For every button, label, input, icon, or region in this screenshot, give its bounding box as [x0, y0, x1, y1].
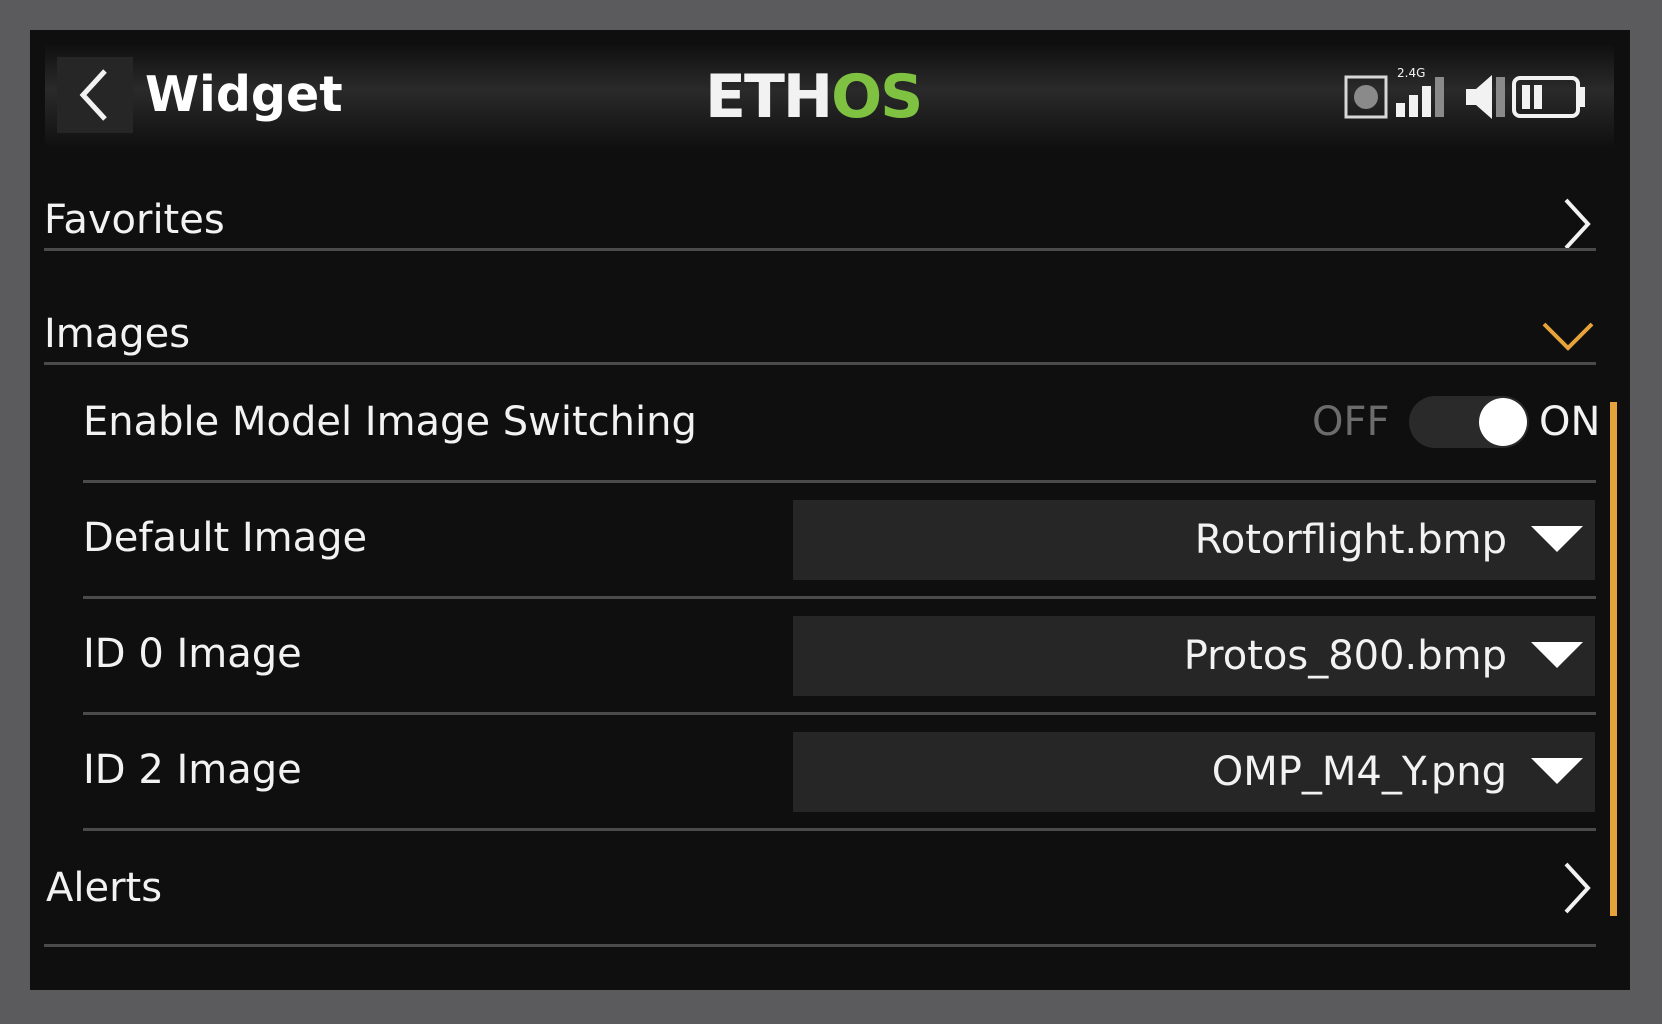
toggle-knob [1479, 398, 1527, 446]
logo-text-right: OS [831, 62, 923, 132]
default-image-value: Rotorflight.bmp [1194, 517, 1507, 563]
id2-image-label: ID 2 Image [83, 747, 302, 793]
ethos-logo: ETHOS [705, 67, 923, 127]
alerts-row[interactable]: Alerts [44, 820, 1596, 930]
divider [83, 480, 1596, 483]
page-title: Widget [145, 66, 343, 123]
id2-image-dropdown[interactable]: OMP_M4_Y.png [793, 732, 1595, 812]
radio-band-label: 2.4G [1397, 67, 1425, 80]
chevron-down-icon [1542, 322, 1594, 351]
id2-image-value: OMP_M4_Y.png [1211, 749, 1507, 795]
signal-bars-icon [1396, 77, 1444, 117]
chevron-right-icon [1564, 862, 1591, 914]
id0-image-label: ID 0 Image [83, 631, 302, 677]
divider [83, 596, 1596, 599]
scrollbar[interactable] [1610, 402, 1617, 916]
divider [44, 944, 1596, 947]
favorites-label: Favorites [44, 197, 225, 243]
dropdown-arrow-icon [1531, 526, 1583, 552]
alerts-label: Alerts [46, 865, 163, 911]
image-switching-toggle[interactable] [1409, 396, 1529, 448]
chevron-right-icon [1564, 198, 1591, 250]
battery-icon [1512, 76, 1585, 118]
speaker-icon [1466, 75, 1505, 119]
image-switching-label: Enable Model Image Switching [83, 399, 697, 445]
divider [44, 362, 1596, 365]
favorites-row[interactable]: Favorites [44, 152, 1596, 262]
default-image-dropdown[interactable]: Rotorflight.bmp [793, 500, 1595, 580]
id0-image-dropdown[interactable]: Protos_800.bmp [793, 616, 1595, 696]
divider [44, 248, 1596, 251]
toggle-on-label: ON [1539, 399, 1601, 445]
toggle-off-label: OFF [1312, 399, 1390, 445]
divider [83, 712, 1596, 715]
header-bar: Widget ETHOS 2.4G [45, 45, 1614, 145]
back-button[interactable] [57, 57, 133, 133]
dropdown-arrow-icon [1531, 758, 1583, 784]
images-label: Images [44, 311, 191, 357]
images-row[interactable]: Images [44, 266, 1596, 376]
radio-screen: Widget ETHOS 2.4G Favorites Images Enabl… [30, 30, 1630, 990]
record-icon [1344, 75, 1388, 119]
dropdown-arrow-icon [1531, 642, 1583, 668]
chevron-left-icon [79, 69, 107, 121]
id0-image-value: Protos_800.bmp [1183, 633, 1507, 679]
status-icons: 2.4G [1344, 66, 1594, 123]
logo-text-left: ETH [705, 62, 833, 132]
default-image-label: Default Image [83, 515, 368, 561]
